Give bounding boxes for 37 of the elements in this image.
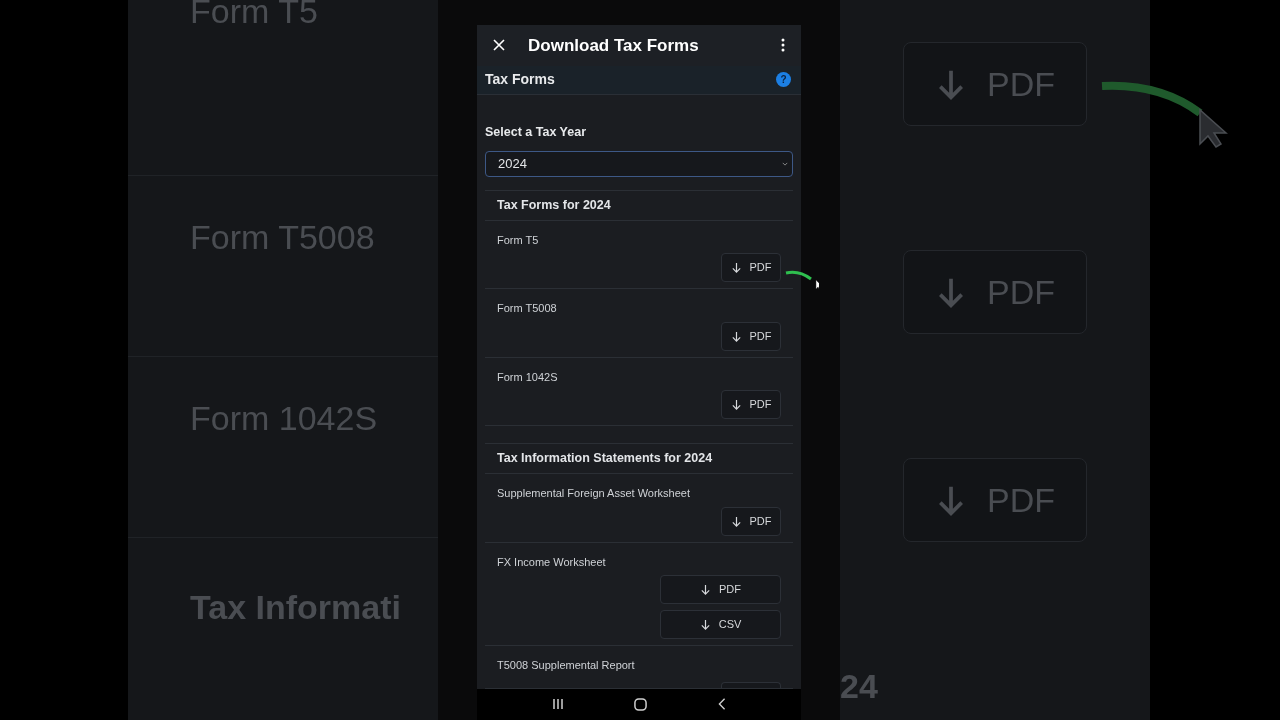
download-button[interactable]: PDF <box>721 253 781 283</box>
cursor-trail-drawing <box>785 270 819 290</box>
form-name: Supplemental Foreign Asset Worksheet <box>497 486 691 502</box>
form-name: Form T5008 <box>497 301 558 317</box>
form-name: Form 1042S <box>497 369 559 385</box>
backdrop-text: Form T5008 <box>190 217 375 259</box>
section-title: Tax Forms <box>485 70 555 90</box>
form-name: T5008 Supplemental Report <box>497 658 636 674</box>
form-name: FX Income Worksheet <box>497 554 607 570</box>
download-button[interactable]: PDF <box>721 506 781 536</box>
download-button[interactable]: PDF <box>721 390 781 420</box>
more-menu-icon[interactable] <box>781 38 785 53</box>
download-button[interactable]: CSV <box>660 610 781 640</box>
backdrop-text: Tax Informati <box>190 587 401 629</box>
field-label: Select a Tax Year <box>485 123 587 141</box>
download-icon <box>699 619 711 631</box>
download-icon <box>730 399 742 411</box>
download-icon <box>700 584 711 596</box>
year-select[interactable]: 2024 <box>485 150 793 177</box>
chevron-icon <box>782 161 788 166</box>
backdrop-text: 24 <box>840 666 878 707</box>
help-icon[interactable]: ? <box>776 72 791 88</box>
home-icon[interactable] <box>634 697 648 711</box>
download-button[interactable]: PDF <box>721 321 781 351</box>
recent-apps-icon[interactable] <box>552 698 565 711</box>
back-icon[interactable] <box>717 698 726 711</box>
download-button[interactable]: PDF <box>660 575 781 605</box>
download-icon <box>730 262 742 274</box>
group-heading: Tax Information Statements for 2024 <box>497 450 713 468</box>
form-name: Form T5 <box>497 232 540 248</box>
download-icon <box>730 515 742 527</box>
window-title: Download Tax Forms <box>528 34 699 57</box>
backdrop-text: Form T5 <box>190 0 318 22</box>
close-icon[interactable] <box>493 39 505 52</box>
backdrop-text: Form 1042S <box>190 398 378 440</box>
group-heading: Tax Forms for 2024 <box>497 196 611 214</box>
download-icon <box>730 330 742 342</box>
